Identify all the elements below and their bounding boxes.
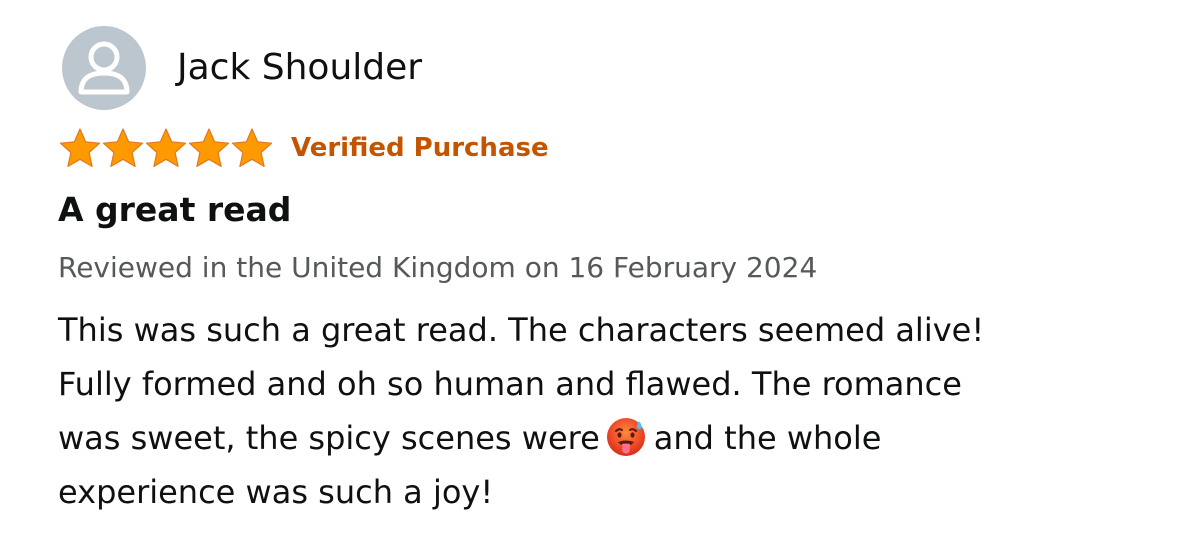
default-user-icon: [78, 41, 130, 95]
review-body-text: and the whole: [653, 419, 882, 457]
star-icon: [59, 128, 101, 168]
review-date: Reviewed in the United Kingdom on 16 Feb…: [58, 251, 818, 284]
review-body-line: This was such a great read. The characte…: [58, 311, 985, 349]
review-body-text: was sweet, the spicy scenes were: [58, 419, 600, 457]
rating-row: Verified Purchase: [58, 124, 549, 172]
star-icon: [188, 128, 230, 168]
verified-purchase-badge: Verified Purchase: [291, 133, 549, 163]
reviewer-profile[interactable]: Jack Shoulder: [62, 26, 422, 110]
review-body-line: was sweet, the spicy scenes were and the…: [58, 411, 1158, 465]
hot-face-emoji-icon: [606, 418, 645, 456]
star-icon: [231, 128, 273, 168]
star-icon: [102, 128, 144, 168]
avatar[interactable]: [62, 26, 146, 110]
review-title[interactable]: A great read: [58, 190, 291, 230]
star-rating[interactable]: [58, 126, 273, 170]
review-body-line: experience was such a joy!: [58, 473, 494, 511]
review-card: Jack Shoulder Verified Purchase A great …: [0, 0, 1200, 553]
reviewer-name[interactable]: Jack Shoulder: [177, 50, 422, 86]
star-icon: [145, 128, 187, 168]
review-body: This was such a great read. The characte…: [58, 303, 1158, 519]
review-body-line: Fully formed and oh so human and flawed.…: [58, 365, 962, 403]
